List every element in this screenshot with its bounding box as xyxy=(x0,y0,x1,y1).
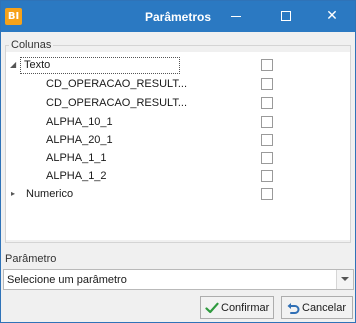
close-button[interactable]: ✕ xyxy=(309,1,355,32)
tree-node-label: Texto xyxy=(24,59,51,71)
dropdown-button[interactable] xyxy=(336,270,353,289)
tree-node-child[interactable]: ALPHA_20_1 xyxy=(6,132,350,150)
tree-node-label: CD_OPERACAO_RESULT... xyxy=(46,97,188,109)
cancelar-button[interactable]: Cancelar xyxy=(281,296,353,319)
undo-arrow-icon xyxy=(287,303,300,314)
confirmar-label: Confirmar xyxy=(221,302,270,314)
parametro-select[interactable]: Selecione um parâmetro xyxy=(3,269,354,290)
tree-node-checkbox[interactable] xyxy=(261,78,273,90)
parametro-label: Parâmetro xyxy=(5,253,57,265)
tree-node-checkbox[interactable] xyxy=(261,116,273,128)
tree-node-label: ALPHA_10_1 xyxy=(46,116,113,128)
collapsed-triangle-icon[interactable]: ▸ xyxy=(11,189,15,198)
colunas-legend: Colunas xyxy=(9,39,54,51)
tree-node-checkbox[interactable] xyxy=(261,59,273,71)
checkmark-icon xyxy=(205,302,219,314)
tree-node-label: ALPHA_20_1 xyxy=(46,134,113,146)
tree-node-checkbox[interactable] xyxy=(261,152,273,164)
close-icon: ✕ xyxy=(326,8,338,24)
tree-node-label: Numerico xyxy=(26,188,74,200)
parametro-select-value: Selecione um parâmetro xyxy=(7,274,127,286)
chevron-down-icon xyxy=(341,277,349,281)
minimize-button[interactable] xyxy=(213,1,259,32)
tree-node-texto[interactable]: ◢ Texto xyxy=(6,57,350,75)
cancelar-label: Cancelar xyxy=(302,302,347,314)
parametros-dialog: BI Parâmetros ✕ Colunas ◢ Texto CD_OPERA… xyxy=(0,0,356,323)
tree-node-label: ALPHA_1_2 xyxy=(46,170,107,182)
tree-node-child[interactable]: ALPHA_10_1 xyxy=(6,114,350,132)
tree-node-checkbox[interactable] xyxy=(261,188,273,200)
tree-node-label: CD_OPERACAO_RESULT... xyxy=(46,78,188,90)
expanded-triangle-icon[interactable]: ◢ xyxy=(10,60,16,69)
minimize-icon xyxy=(231,15,241,17)
title-bar[interactable]: BI Parâmetros ✕ xyxy=(1,1,355,32)
tree-node-checkbox[interactable] xyxy=(261,170,273,182)
tree-node-child[interactable]: CD_OPERACAO_RESULT... xyxy=(6,95,350,113)
maximize-icon xyxy=(281,11,291,21)
confirmar-button[interactable]: Confirmar xyxy=(200,296,274,319)
colunas-tree[interactable]: ◢ Texto CD_OPERACAO_RESULT... CD_OPERACA… xyxy=(6,52,350,240)
tree-node-child[interactable]: ALPHA_1_1 xyxy=(6,150,350,168)
tree-node-child[interactable]: CD_OPERACAO_RESULT... xyxy=(6,76,350,94)
tree-node-label: ALPHA_1_1 xyxy=(46,152,107,164)
tree-node-numerico[interactable]: ▸ Numerico xyxy=(6,186,350,204)
maximize-button[interactable] xyxy=(263,1,309,32)
tree-node-checkbox[interactable] xyxy=(261,134,273,146)
tree-node-checkbox[interactable] xyxy=(261,97,273,109)
tree-node-child[interactable]: ALPHA_1_2 xyxy=(6,168,350,186)
